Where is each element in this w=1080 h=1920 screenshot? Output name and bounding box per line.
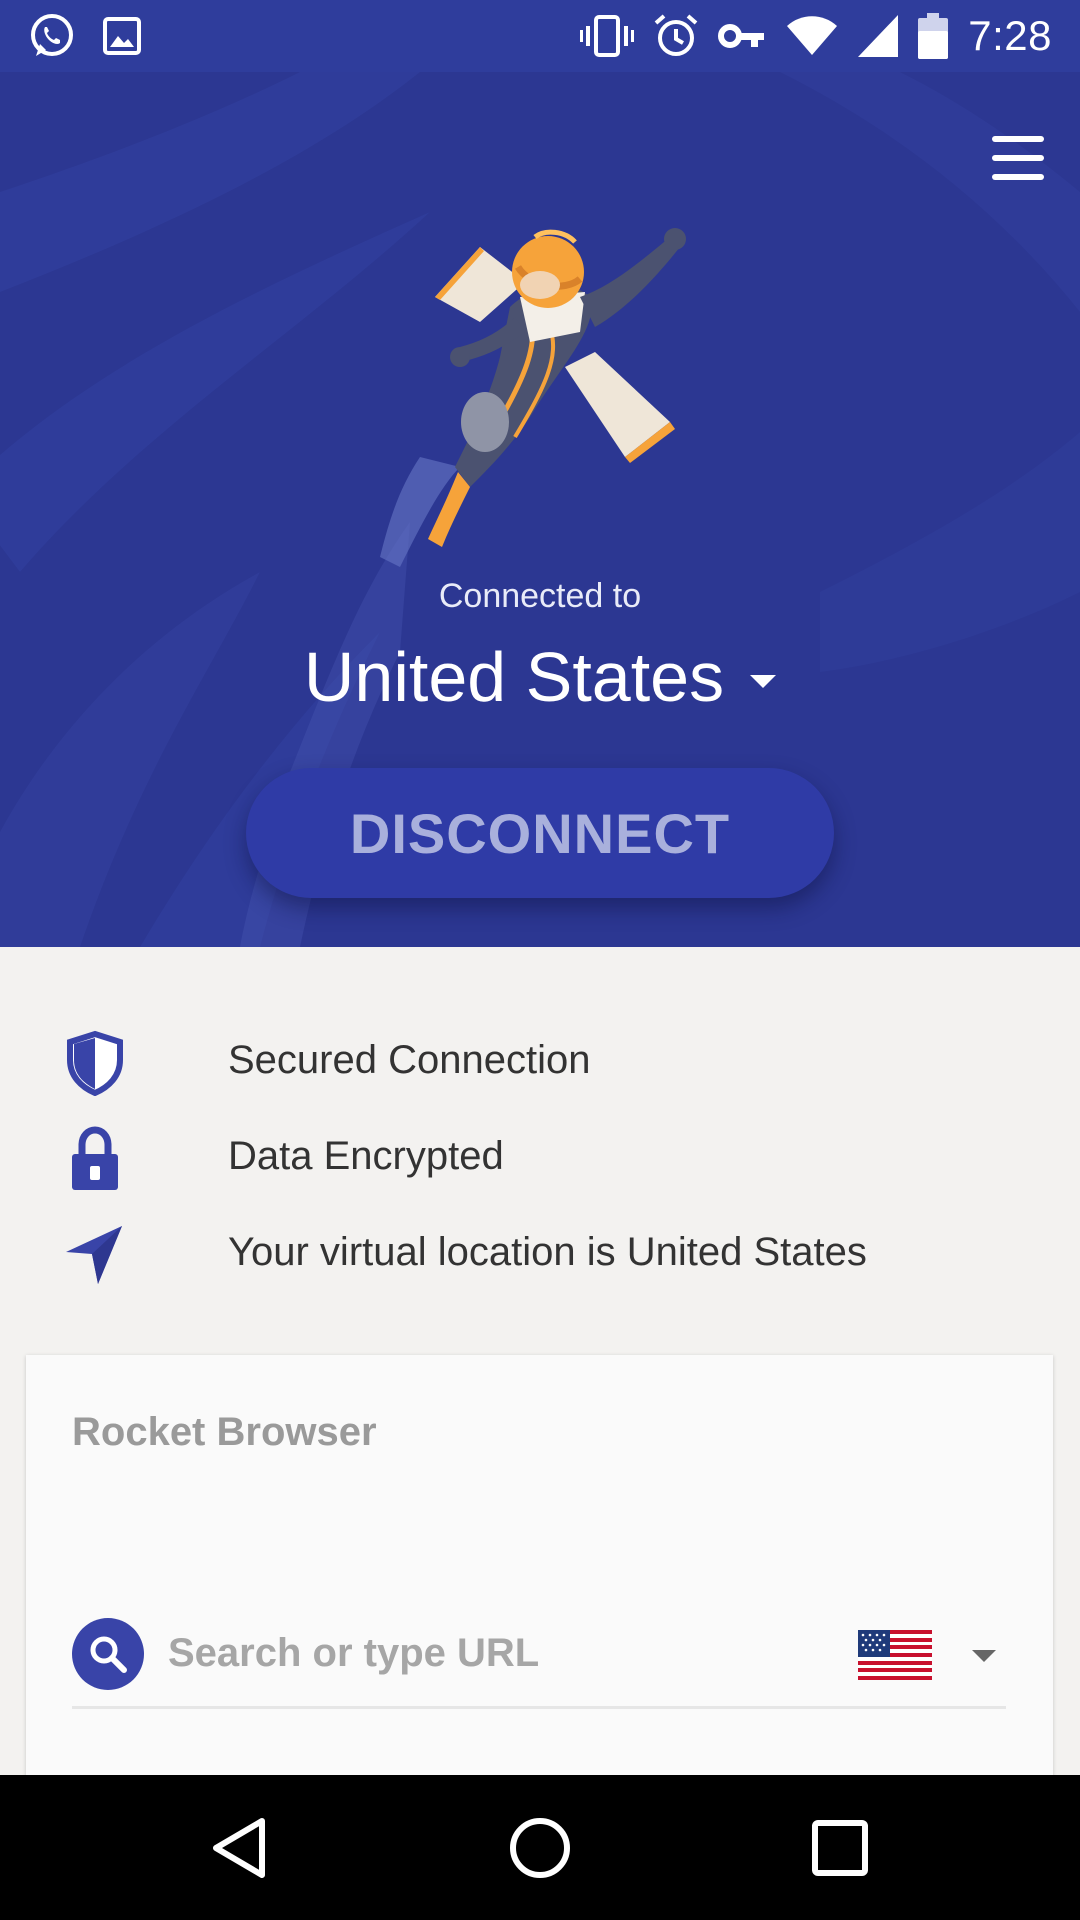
alarm-icon (654, 14, 698, 56)
disconnect-button[interactable]: DISCONNECT (246, 768, 834, 898)
search-button[interactable] (72, 1618, 144, 1690)
system-nav-bar (0, 1775, 1080, 1920)
connection-status-label: Connected to (438, 577, 642, 615)
back-icon[interactable] (206, 1813, 276, 1883)
card-title: Rocket Browser (72, 1410, 377, 1454)
chevron-down-icon (750, 674, 777, 688)
clock: 7:28 (968, 12, 1052, 59)
home-icon[interactable] (505, 1813, 575, 1883)
country-selector[interactable]: United States (0, 632, 1080, 722)
cell-signal-icon (858, 15, 899, 57)
vibrate-icon (580, 15, 635, 57)
search-underline (72, 1706, 1006, 1709)
skydiver-illustration (380, 228, 686, 567)
menu-button[interactable] (992, 136, 1044, 180)
status-bar: 7:28 (0, 0, 1080, 72)
vpn-key-icon (718, 24, 765, 48)
wifi-icon (787, 16, 838, 55)
recents-icon[interactable] (805, 1813, 875, 1883)
status-item-label: Secured Connection (228, 1038, 591, 1082)
search-bar (72, 1618, 1006, 1710)
connection-hero: Connected to United States DISCONNECT (0, 72, 1080, 947)
search-input[interactable] (168, 1620, 688, 1686)
lock-icon (72, 1126, 118, 1190)
search-icon (90, 1636, 127, 1673)
region-dropdown-icon[interactable] (972, 1650, 996, 1662)
status-item-location: Your virtual location is United States (0, 1212, 1080, 1292)
shield-icon (67, 1030, 123, 1096)
location-arrow-icon (66, 1226, 122, 1284)
image-icon (103, 17, 141, 55)
battery-icon (918, 13, 949, 59)
us-flag-icon[interactable] (858, 1630, 932, 1680)
status-item-secured: Secured Connection (0, 1020, 1080, 1100)
status-item-encrypted: Data Encrypted (0, 1116, 1080, 1196)
vpn-app-screen: 7:28 Connected to United States DISCONNE… (0, 0, 1080, 1920)
menu-icon (992, 136, 1044, 142)
status-item-label: Data Encrypted (228, 1134, 504, 1178)
status-item-label: Your virtual location is United States (228, 1230, 867, 1274)
whatsapp-icon (31, 14, 73, 56)
selected-country: United States (303, 638, 725, 716)
